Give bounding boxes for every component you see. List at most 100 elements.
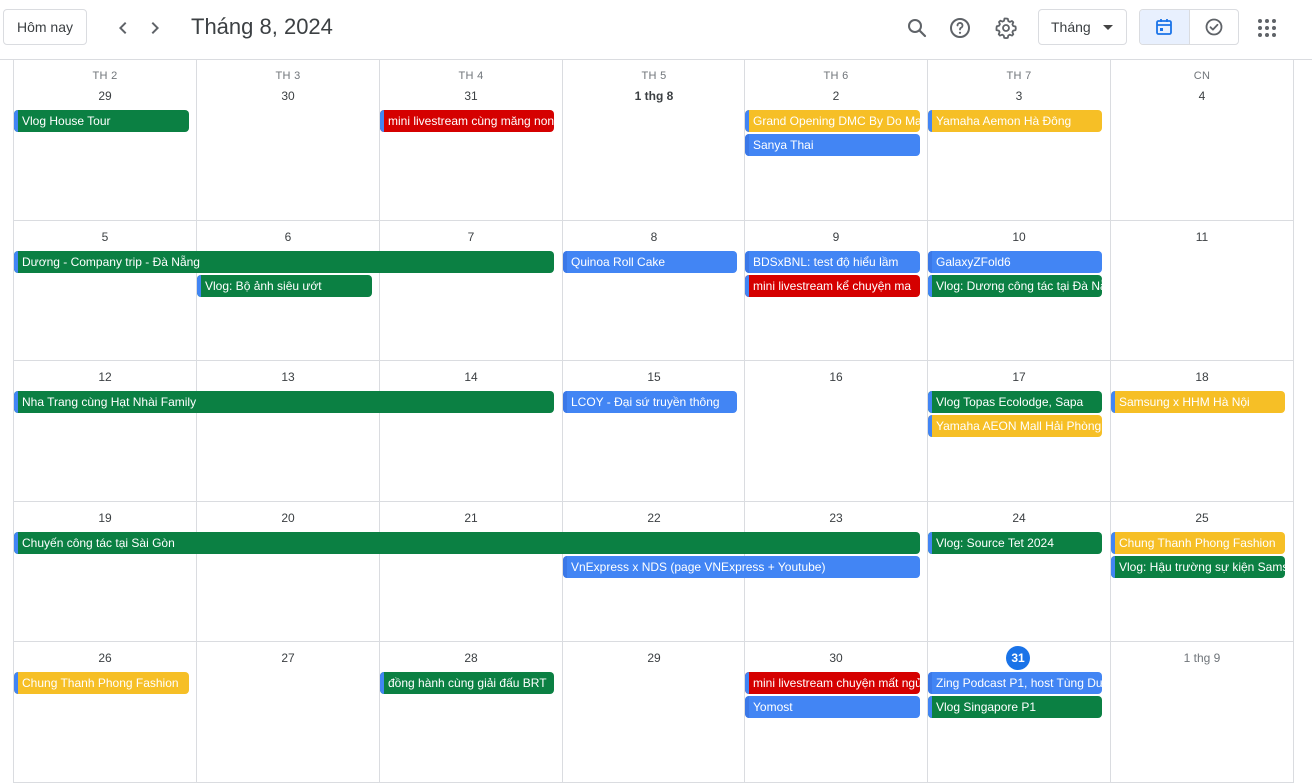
calendar-event[interactable]: Yamaha Aemon Hà Đông	[928, 110, 1102, 132]
prev-button[interactable]	[107, 12, 139, 44]
weekday-header: TH 3	[275, 70, 301, 82]
help-icon	[950, 18, 970, 38]
day-number[interactable]: 16	[745, 369, 927, 385]
view-toggle	[1139, 9, 1239, 45]
day-number[interactable]: 21	[380, 510, 562, 526]
grid-line	[1110, 60, 1111, 783]
calendar-event[interactable]: Chuyến công tác tại Sài Gòn	[14, 532, 920, 554]
day-number[interactable]: 18	[1111, 369, 1293, 385]
month-grid: TH 2 TH 3 TH 4 TH 5 TH 6 TH 7 CN 29 30 3…	[13, 60, 1294, 783]
day-number[interactable]: 15	[563, 369, 745, 385]
calendar-event[interactable]: Samsung x HHM Hà Nội	[1111, 391, 1285, 413]
day-number[interactable]: 8	[563, 229, 745, 245]
day-number[interactable]: 14	[380, 369, 562, 385]
day-number[interactable]: 22	[563, 510, 745, 526]
today-button[interactable]: Hôm nay	[3, 9, 87, 45]
calendar-event[interactable]: Sanya Thai	[745, 134, 920, 156]
weekday-header: TH 4	[458, 70, 484, 82]
day-number[interactable]: 30	[745, 650, 927, 666]
day-number[interactable]: 1 thg 9	[1111, 650, 1293, 666]
calendar-event[interactable]: mini livestream chuyện mất ngủ	[745, 672, 920, 694]
gear-icon	[995, 17, 1017, 39]
weekday-header: TH 7	[1006, 70, 1032, 82]
search-button[interactable]	[899, 10, 935, 46]
calendar-event[interactable]: Vlog: Bộ ảnh siêu ướt	[197, 275, 372, 297]
apps-grid-icon	[1258, 19, 1276, 37]
tasks-view-button[interactable]	[1190, 10, 1239, 44]
view-selector[interactable]: Tháng	[1038, 9, 1127, 45]
calendar-view-button[interactable]	[1140, 10, 1190, 44]
day-number[interactable]: 23	[745, 510, 927, 526]
day-number[interactable]: 11	[1111, 229, 1293, 245]
day-number[interactable]: 25	[1111, 510, 1293, 526]
grid-line	[196, 60, 197, 783]
day-number[interactable]: 29	[563, 650, 745, 666]
day-number[interactable]: 30	[197, 88, 379, 104]
chevron-left-icon	[119, 22, 127, 34]
calendar-event[interactable]: Yomost	[745, 696, 920, 718]
day-number[interactable]: 31	[380, 88, 562, 104]
day-number[interactable]: 1 thg 8	[563, 88, 745, 104]
apps-button[interactable]	[1249, 10, 1285, 46]
day-number[interactable]: 29	[14, 88, 196, 104]
calendar-event[interactable]: đồng hành cùng giải đấu BRT	[380, 672, 554, 694]
top-bar: Hôm nay Tháng 8, 2024 Tháng	[0, 0, 1312, 60]
day-number[interactable]: 3	[928, 88, 1110, 104]
weekday-header: TH 5	[641, 70, 667, 82]
day-number[interactable]: 26	[14, 650, 196, 666]
calendar-event[interactable]: VnExpress x NDS (page VNExpress + Youtub…	[563, 556, 920, 578]
weekday-header: CN	[1193, 70, 1211, 82]
calendar-event[interactable]: Vlog Topas Ecolodge, Sapa	[928, 391, 1102, 413]
calendar-event[interactable]: Vlog: Hậu trường sự kiện Samsung	[1111, 556, 1285, 578]
day-number[interactable]: 24	[928, 510, 1110, 526]
day-number[interactable]: 27	[197, 650, 379, 666]
day-number[interactable]: 2	[745, 88, 927, 104]
page-title: Tháng 8, 2024	[191, 14, 333, 39]
day-number[interactable]: 10	[928, 229, 1110, 245]
search-icon	[908, 19, 927, 38]
calendar-event[interactable]: Vlog House Tour	[14, 110, 189, 132]
day-number[interactable]: 9	[745, 229, 927, 245]
day-number[interactable]: 7	[380, 229, 562, 245]
calendar-event[interactable]: mini livestream cùng măng non	[380, 110, 554, 132]
day-number[interactable]: 19	[14, 510, 196, 526]
calendar-icon	[1156, 19, 1173, 35]
day-number[interactable]: 4	[1111, 88, 1293, 104]
chevron-right-icon	[151, 22, 159, 34]
calendar-event[interactable]: Dương - Company trip - Đà Nẵng	[14, 251, 554, 273]
calendar-event[interactable]: Chung Thanh Phong Fashion	[1111, 532, 1285, 554]
weekday-header: TH 2	[92, 70, 118, 82]
day-number[interactable]: 28	[380, 650, 562, 666]
calendar-event[interactable]: Zing Podcast P1, host Tùng Dương	[928, 672, 1102, 694]
grid-line	[13, 220, 1294, 221]
day-number[interactable]: 20	[197, 510, 379, 526]
day-number[interactable]: 12	[14, 369, 196, 385]
calendar-event[interactable]: Chung Thanh Phong Fashion	[14, 672, 189, 694]
day-number[interactable]: 17	[928, 369, 1110, 385]
grid-line	[13, 641, 1294, 642]
calendar-event[interactable]: Yamaha AEON Mall Hải Phòng	[928, 415, 1102, 437]
grid-line	[1293, 60, 1294, 783]
grid-line	[13, 501, 1294, 502]
calendar-event[interactable]: BDSxBNL: test độ hiểu lầm	[745, 251, 920, 273]
today-day-number[interactable]: 31	[1006, 646, 1030, 670]
settings-button[interactable]	[988, 10, 1024, 46]
day-number[interactable]: 6	[197, 229, 379, 245]
day-number[interactable]: 13	[197, 369, 379, 385]
calendar-event[interactable]: Vlog: Source Tet 2024	[928, 532, 1102, 554]
help-button[interactable]	[942, 10, 978, 46]
calendar-event[interactable]: GalaxyZFold6	[928, 251, 1102, 273]
day-number[interactable]: 5	[14, 229, 196, 245]
grid-line	[562, 60, 563, 783]
calendar-event[interactable]: Vlog: Dương công tác tại Đà Nẵng	[928, 275, 1102, 297]
calendar-event[interactable]: Grand Opening DMC By Do Manh Cuong	[745, 110, 920, 132]
calendar-event[interactable]: Nha Trang cùng Hạt Nhài Family	[14, 391, 554, 413]
next-button[interactable]	[139, 12, 171, 44]
caret-down-icon	[1103, 25, 1113, 30]
check-circle-icon	[1205, 18, 1223, 36]
calendar-event[interactable]: Quinoa Roll Cake	[563, 251, 737, 273]
view-selector-label: Tháng	[1051, 19, 1091, 35]
calendar-event[interactable]: mini livestream kể chuyện ma	[745, 275, 920, 297]
calendar-event[interactable]: Vlog Singapore P1	[928, 696, 1102, 718]
calendar-event[interactable]: LCOY - Đại sứ truyền thông	[563, 391, 737, 413]
